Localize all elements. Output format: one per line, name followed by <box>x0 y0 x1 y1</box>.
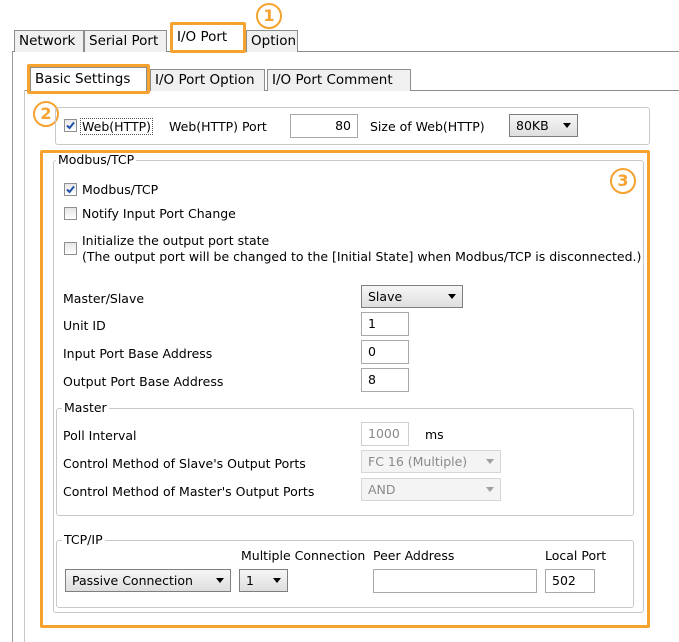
master-method-label: Control Method of Master's Output Ports <box>63 484 315 499</box>
web-size-value: 80KB <box>516 118 549 133</box>
init-output-label[interactable]: Initialize the output port state <box>82 233 269 248</box>
checkmark-icon <box>66 185 75 194</box>
web-http-checkbox[interactable] <box>64 119 77 132</box>
callout-badge-1: 1 <box>256 3 282 29</box>
tab-option[interactable]: Option <box>246 30 298 52</box>
web-size-label: Size of Web(HTTP) <box>370 119 485 134</box>
master-group-legend: Master <box>62 400 109 415</box>
notify-input-checkbox[interactable] <box>64 207 77 220</box>
web-port-input[interactable]: 80 <box>290 114 358 138</box>
checkmark-icon <box>66 121 75 130</box>
master-method-select[interactable]: AND <box>361 478 501 501</box>
output-base-input[interactable]: 8 <box>361 368 409 392</box>
tab-serial-port[interactable]: Serial Port <box>84 30 167 52</box>
modbus-enable-checkbox[interactable] <box>64 183 77 196</box>
unit-id-input[interactable]: 1 <box>361 312 409 336</box>
panel-left-border <box>24 90 25 642</box>
peer-address-label: Peer Address <box>373 548 455 563</box>
web-size-select[interactable]: 80KB <box>509 114 578 137</box>
slave-method-select[interactable]: FC 16 (Multiple) <box>361 450 501 473</box>
highlight-io-port-tab <box>170 22 246 53</box>
master-method-value: AND <box>368 482 396 497</box>
input-base-label: Input Port Base Address <box>63 346 213 361</box>
notify-input-label[interactable]: Notify Input Port Change <box>82 206 236 221</box>
tab-io-port-option[interactable]: I/O Port Option <box>150 69 265 91</box>
modbus-enable-label[interactable]: Modbus/TCP <box>82 182 158 197</box>
multi-connection-value: 1 <box>246 573 254 588</box>
connection-mode-value: Passive Connection <box>72 573 193 588</box>
init-output-checkbox[interactable] <box>64 242 77 255</box>
master-slave-select[interactable]: Slave <box>361 285 463 308</box>
tab-io-port-comment[interactable]: I/O Port Comment <box>267 69 411 91</box>
input-base-input[interactable]: 0 <box>361 340 409 364</box>
chevron-down-icon <box>448 294 456 299</box>
multi-connection-select[interactable]: 1 <box>239 569 288 592</box>
tab-network[interactable]: Network <box>14 30 84 52</box>
chevron-down-icon <box>486 487 494 492</box>
window-left-border <box>12 52 13 642</box>
master-slave-value: Slave <box>368 289 403 304</box>
web-http-label[interactable]: Web(HTTP) <box>80 118 153 135</box>
chevron-down-icon <box>563 123 571 128</box>
peer-address-input[interactable] <box>373 569 537 593</box>
unit-id-label: Unit ID <box>63 318 106 333</box>
multi-connection-label: Multiple Connection <box>241 548 366 563</box>
init-output-note: (The output port will be changed to the … <box>82 249 642 264</box>
master-slave-label: Master/Slave <box>63 291 145 306</box>
highlight-basic-settings-tab <box>27 64 150 94</box>
web-port-label: Web(HTTP) Port <box>169 119 267 134</box>
local-port-input[interactable]: 502 <box>545 569 595 593</box>
poll-interval-label: Poll Interval <box>63 428 137 443</box>
chevron-down-icon <box>216 578 224 583</box>
poll-interval-unit: ms <box>425 427 444 442</box>
poll-interval-input[interactable]: 1000 <box>361 422 409 446</box>
output-base-label: Output Port Base Address <box>63 374 224 389</box>
slave-method-label: Control Method of Slave's Output Ports <box>63 456 306 471</box>
callout-badge-3: 3 <box>610 168 636 194</box>
connection-mode-select[interactable]: Passive Connection <box>65 569 231 592</box>
slave-method-value: FC 16 (Multiple) <box>368 454 468 469</box>
chevron-down-icon <box>486 459 494 464</box>
tcpip-group-legend: TCP/IP <box>62 532 105 547</box>
chevron-down-icon <box>273 578 281 583</box>
local-port-label: Local Port <box>545 548 607 563</box>
